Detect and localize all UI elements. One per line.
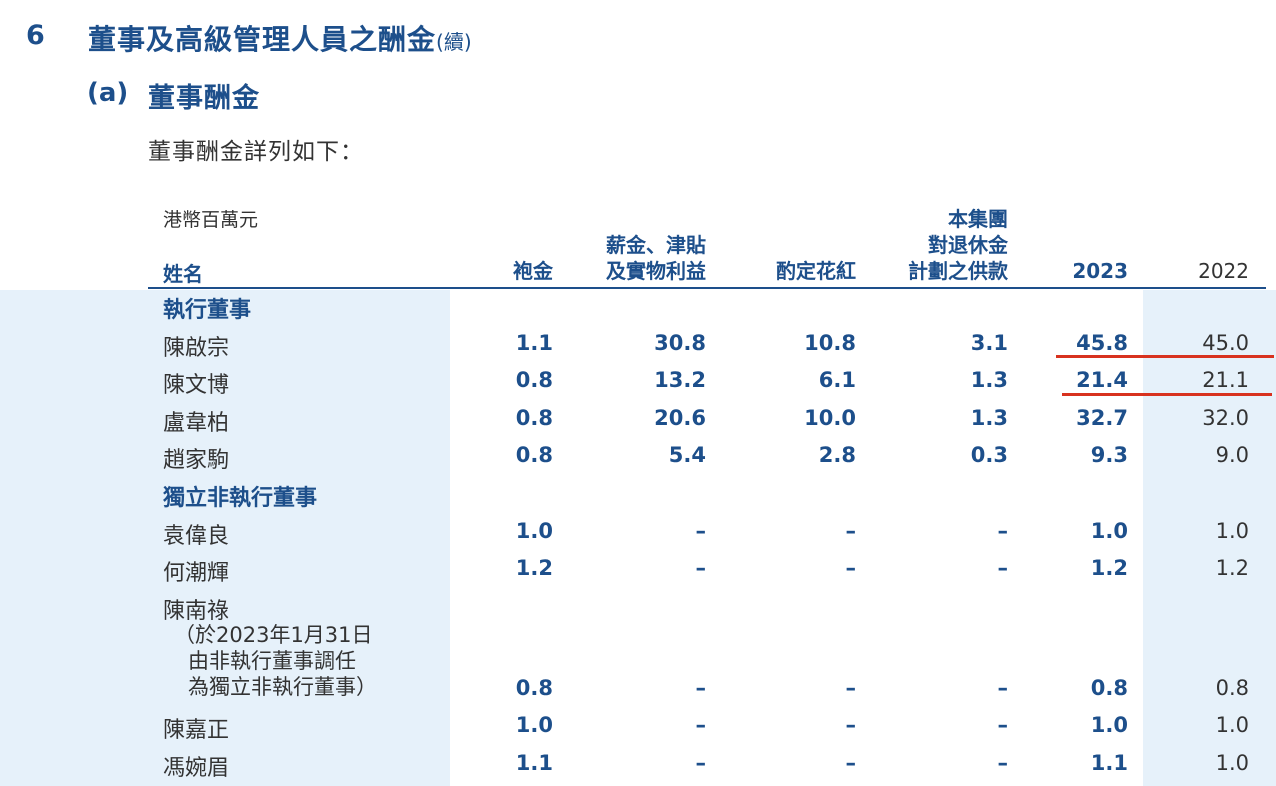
value-cell: 1.2 [515, 556, 553, 581]
value-cell: – [997, 713, 1009, 738]
subsection-label: (a) [87, 78, 129, 108]
director-name: 陳嘉正 [163, 718, 230, 744]
value-cell: – [695, 518, 707, 543]
value-cell: 32.7 [1076, 405, 1128, 430]
value-cell: – [997, 675, 1009, 700]
value-cell: 30.8 [654, 330, 706, 355]
value-cell: 1.0 [1215, 751, 1249, 775]
value-cell: – [845, 518, 857, 543]
column-header-2: 薪金、津貼 及實物利益 [606, 232, 706, 284]
header-line: 2022 [1198, 259, 1249, 283]
header-line: 袍金 [513, 259, 553, 283]
value-cell: 10.8 [804, 330, 856, 355]
value-cell: 9.3 [1090, 443, 1128, 468]
header-line: 薪金、津貼 [606, 233, 706, 257]
column-header-1: 袍金 [513, 258, 553, 284]
value-cell: 45.8 [1076, 330, 1128, 355]
value-cell: – [845, 556, 857, 581]
value-cell: 1.1 [1090, 751, 1128, 775]
value-cell: 1.0 [1215, 518, 1249, 543]
column-header-4: 本集團 對退休金 計劃之供款 [908, 206, 1008, 284]
column-header-6: 2022 [1198, 258, 1249, 284]
value-cell: 9.0 [1215, 443, 1249, 468]
section-title-text: 董事及高級管理人員之酬金 [88, 23, 437, 56]
value-cell: 1.2 [1090, 556, 1128, 581]
value-cell: 20.6 [654, 405, 706, 430]
intro-text: 董事酬金詳列如下： [148, 139, 364, 165]
value-cell: – [695, 556, 707, 581]
subsection-title: 董事酬金 [148, 83, 260, 114]
value-cell: 32.0 [1202, 405, 1249, 430]
value-cell: – [845, 675, 857, 700]
value-cell: 1.1 [515, 751, 553, 775]
value-cell: 2.8 [818, 443, 856, 468]
table-unit: 港幣百萬元 [163, 209, 259, 231]
section-heading: 執行董事 [163, 298, 252, 323]
value-cell: 0.8 [1090, 675, 1128, 700]
value-cell: – [695, 675, 707, 700]
value-cell: 1.0 [1090, 713, 1128, 738]
value-cell: 1.0 [515, 518, 553, 543]
name-header: 姓名 [163, 262, 203, 286]
header-line: 本集團 [948, 207, 1008, 231]
value-cell: 1.2 [1215, 556, 1249, 581]
director-name: 陳啟宗 [163, 335, 230, 361]
value-cell: 1.1 [515, 330, 553, 355]
director-note: 為獨立非執行董事） [188, 674, 377, 699]
value-cell: 45.0 [1202, 330, 1249, 355]
continued-label: (續) [436, 30, 472, 54]
director-name: 陳文博 [163, 373, 230, 399]
value-cell: – [845, 751, 857, 775]
value-cell: 1.0 [1090, 518, 1128, 543]
value-cell: 1.0 [1215, 713, 1249, 738]
director-name: 袁偉良 [163, 523, 230, 549]
value-cell: 0.8 [515, 368, 553, 393]
value-cell: 10.0 [804, 405, 856, 430]
column-header-3: 酌定花紅 [776, 258, 856, 284]
value-cell: – [997, 751, 1009, 775]
section-number: 6 [26, 20, 45, 51]
header-line: 計劃之供款 [908, 259, 1008, 283]
section-title: 董事及高級管理人員之酬金(續) [88, 18, 472, 58]
director-name: 盧韋柏 [163, 410, 230, 436]
section-heading: 獨立非執行董事 [163, 486, 318, 511]
value-cell: 13.2 [654, 368, 706, 393]
value-cell: 1.0 [515, 713, 553, 738]
annotation-underline-2 [1062, 393, 1272, 396]
value-cell: 0.8 [515, 405, 553, 430]
value-cell: – [997, 518, 1009, 543]
column-header-5: 2023 [1072, 258, 1128, 284]
director-name: 趙家駒 [163, 448, 230, 474]
value-cell: 3.1 [970, 330, 1008, 355]
annotation-underline-1 [1056, 355, 1274, 358]
value-cell: 0.3 [970, 443, 1008, 468]
value-cell: – [845, 713, 857, 738]
director-name: 何潮輝 [163, 561, 230, 587]
header-line: 對退休金 [928, 233, 1008, 257]
value-cell: 0.8 [1215, 675, 1249, 700]
value-cell: 0.8 [515, 675, 553, 700]
value-cell: 0.8 [515, 443, 553, 468]
director-name: 馮婉眉 [163, 756, 230, 781]
value-cell: 5.4 [668, 443, 706, 468]
header-line: 2023 [1072, 259, 1128, 283]
value-cell: 1.3 [970, 368, 1008, 393]
value-cell: 1.3 [970, 405, 1008, 430]
table-white-panel [450, 290, 1143, 786]
value-cell: 21.4 [1076, 368, 1128, 393]
header-rule [148, 287, 1266, 289]
value-cell: – [695, 751, 707, 775]
value-cell: 6.1 [818, 368, 856, 393]
value-cell: 21.1 [1202, 368, 1249, 393]
header-line: 及實物利益 [606, 259, 706, 283]
value-cell: – [695, 713, 707, 738]
value-cell: – [997, 556, 1009, 581]
header-line: 酌定花紅 [776, 259, 856, 283]
